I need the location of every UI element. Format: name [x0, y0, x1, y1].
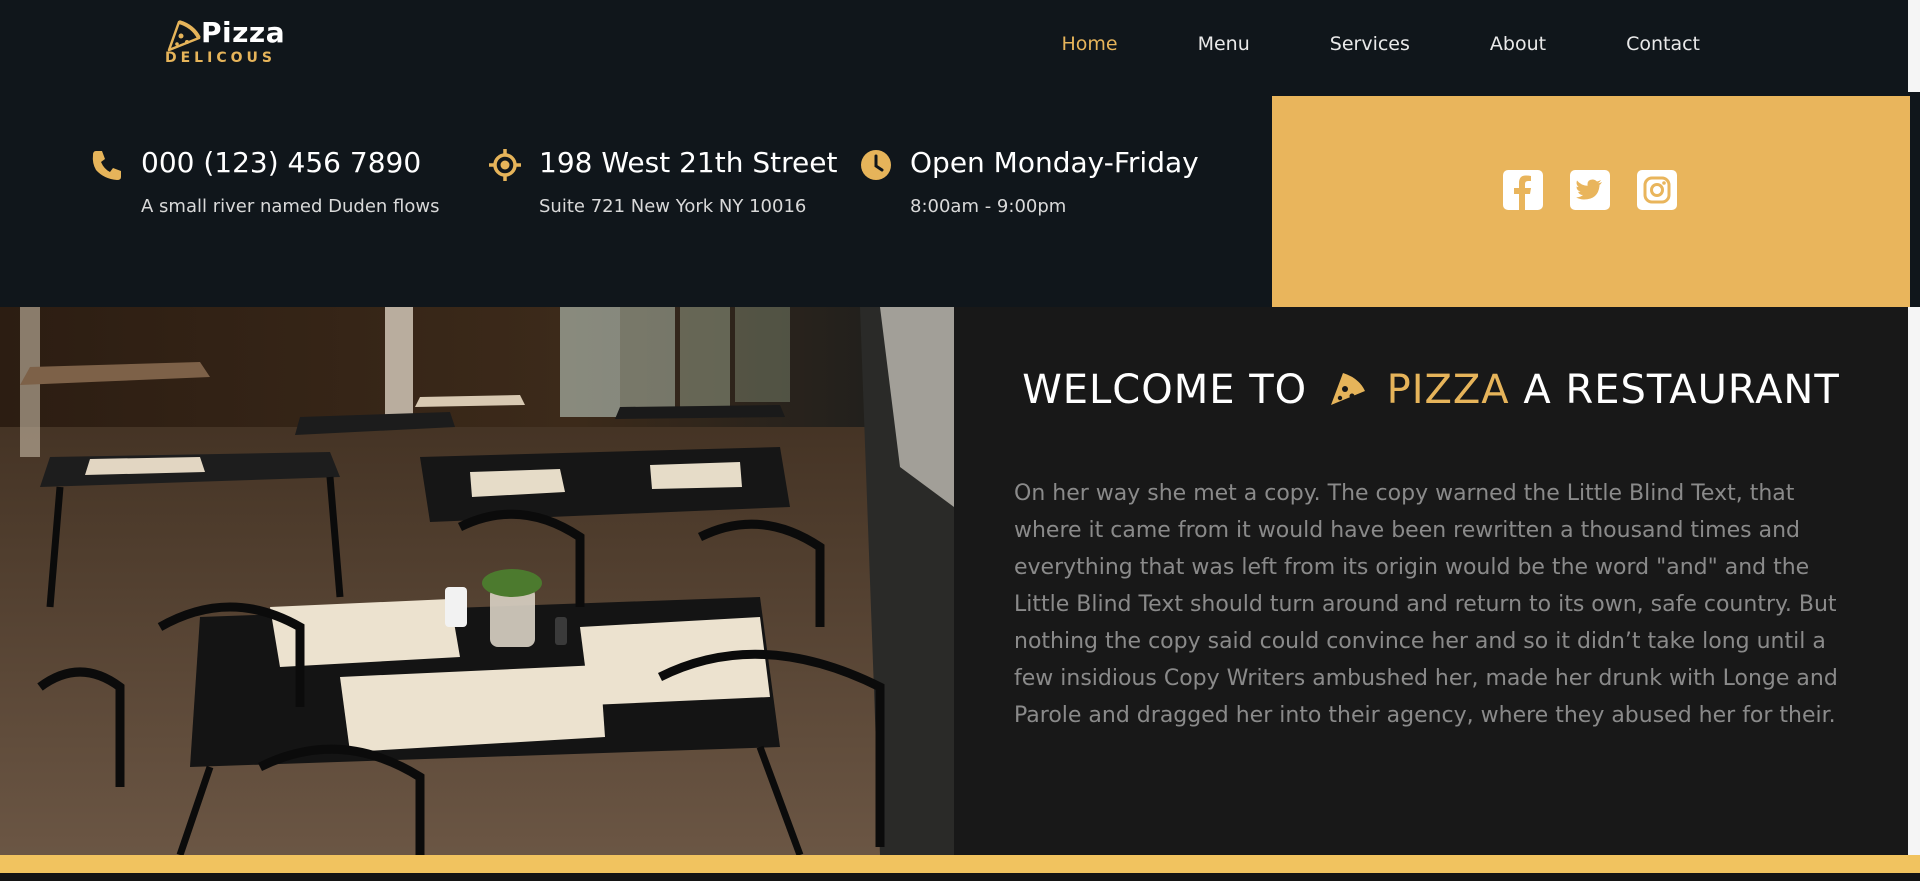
phone-icon — [92, 151, 121, 180]
clock-icon — [861, 150, 891, 180]
social-block — [1272, 96, 1910, 307]
twitter-icon[interactable] — [1570, 170, 1610, 210]
main-nav: Home Menu Services About Contact — [1021, 32, 1740, 56]
nav-item-home[interactable]: Home — [1021, 32, 1157, 56]
social-links — [1503, 170, 1677, 210]
pizza-slice-icon — [167, 20, 201, 52]
nav-item-about[interactable]: About — [1450, 32, 1586, 56]
welcome-suffix: A RESTAURANT — [1523, 367, 1840, 413]
address-street: 198 West 21th Street — [539, 146, 838, 179]
pizza-slice-icon — [1330, 373, 1365, 405]
nav-item-menu[interactable]: Menu — [1158, 32, 1290, 56]
navbar: Pizza DELICOUS Home Menu Services About … — [0, 0, 1920, 92]
facebook-icon[interactable] — [1503, 170, 1543, 210]
phone-number[interactable]: 000 (123) 456 7890 — [141, 146, 421, 179]
welcome-prefix: WELCOME TO — [1022, 367, 1308, 413]
bottom-dark-strip — [0, 873, 1920, 881]
welcome-section: WELCOME TO PIZZA A RESTAURANT On her way… — [954, 307, 1908, 855]
welcome-paragraph: On her way she met a copy. The copy warn… — [1014, 481, 1838, 728]
phone-subtitle: A small river named Duden flows — [141, 196, 440, 217]
nav-item-contact[interactable]: Contact — [1586, 32, 1740, 56]
welcome-brand: PIZZA — [1386, 367, 1510, 413]
nav-item-services[interactable]: Services — [1290, 32, 1450, 56]
location-icon — [489, 149, 521, 181]
brand-name: Pizza — [201, 16, 286, 49]
restaurant-photo — [0, 307, 954, 855]
logo[interactable]: Pizza DELICOUS — [165, 16, 295, 66]
address-suite: Suite 721 New York NY 10016 — [539, 196, 807, 217]
hours-time: 8:00am - 9:00pm — [910, 196, 1067, 217]
edge-strip — [1908, 307, 1920, 855]
welcome-heading: WELCOME TO PIZZA A RESTAURANT — [954, 367, 1908, 413]
hours-title: Open Monday-Friday — [910, 146, 1199, 179]
restaurant-interior-image — [0, 307, 954, 855]
brand-tagline: DELICOUS — [165, 50, 276, 66]
instagram-icon[interactable] — [1637, 170, 1677, 210]
